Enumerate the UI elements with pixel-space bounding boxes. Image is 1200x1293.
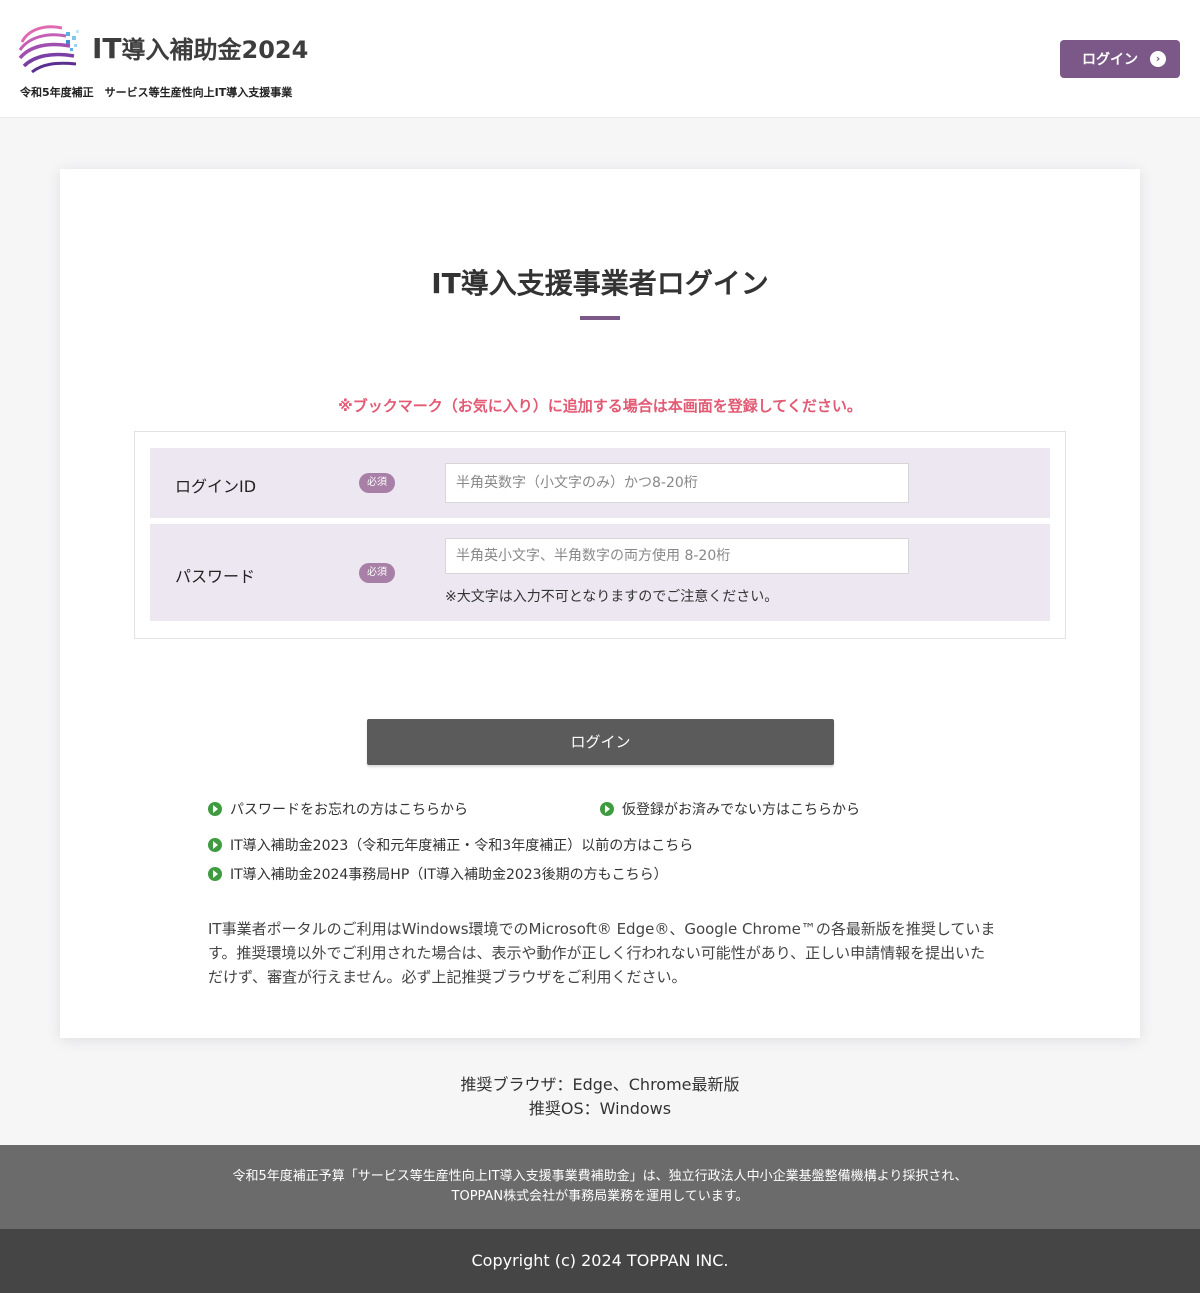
password-input[interactable] xyxy=(445,538,909,574)
logo-title: 導入補助金2024 xyxy=(121,36,309,64)
secretariat-hp-link[interactable]: IT導入補助金2024事務局HP（IT導入補助金2023後期の方もこちら） xyxy=(208,864,668,884)
footer-line-2: TOPPAN株式会社が事務局業務を運用しています。 xyxy=(451,1189,749,1204)
page-title: IT導入支援事業者ログイン xyxy=(431,267,769,300)
login-id-input[interactable] xyxy=(445,463,909,503)
recommended-browser: 推奨ブラウザ：Edge、Chrome最新版 xyxy=(460,1075,740,1094)
link-label: 仮登録がお済みでない方はこちらから xyxy=(622,802,860,818)
login-form: ログインID 必須 パスワード 必須 ※大文字は入力不可となりますのでご注意くだ… xyxy=(134,431,1066,639)
footer-line-1: 令和5年度補正予算「サービス等生産性向上IT導入支援事業費補助金」は、独立行政法… xyxy=(232,1169,968,1184)
site-header: IT導入補助金2024 令和5年度補正 サービス等生産性向上IT導入支援事業 ロ… xyxy=(0,0,1200,118)
title-underline xyxy=(580,316,620,320)
link-label: パスワードをお忘れの方はこちらから xyxy=(230,802,468,818)
bookmark-notice: ※ブックマーク（お気に入り）に追加する場合は本画面を登録してください。 xyxy=(338,397,862,415)
required-badge: 必須 xyxy=(359,473,395,493)
password-hint: ※大文字は入力不可となりますのでご注意ください。 xyxy=(445,589,779,605)
browser-recommendation-note: IT事業者ポータルのご利用はWindows環境でのMicrosoft® Edge… xyxy=(208,920,996,986)
site-logo[interactable]: IT導入補助金2024 xyxy=(18,16,308,76)
login-button[interactable]: ログイン xyxy=(367,719,834,765)
recommended-os: 推奨OS：Windows xyxy=(528,1099,672,1118)
password-row: パスワード 必須 ※大文字は入力不可となりますのでご注意ください。 xyxy=(150,524,1050,621)
chevron-right-icon: › xyxy=(1150,51,1166,67)
logo-text: IT導入補助金2024 xyxy=(92,30,308,65)
footer-copyright: Copyright (c) 2024 TOPPAN INC. xyxy=(0,1229,1200,1293)
login-card: IT導入支援事業者ログイン ※ブックマーク（お気に入り）に追加する場合は本画面を… xyxy=(60,169,1140,1038)
logo-swirl-icon xyxy=(18,25,79,74)
forgot-password-link[interactable]: パスワードをお忘れの方はこちらから xyxy=(208,799,468,819)
required-badge: 必須 xyxy=(359,563,395,583)
link-label: IT導入補助金2023（令和元年度補正・令和3年度補正）以前の方はこちら xyxy=(230,838,694,854)
arrow-circle-icon xyxy=(600,802,614,816)
login-id-label: ログインID xyxy=(175,477,257,496)
footer-info: 令和5年度補正予算「サービス等生産性向上IT導入支援事業費補助金」は、独立行政法… xyxy=(0,1145,1200,1229)
previous-subsidy-link[interactable]: IT導入補助金2023（令和元年度補正・令和3年度補正）以前の方はこちら xyxy=(208,835,693,855)
password-label: パスワード xyxy=(175,567,256,586)
login-id-row: ログインID 必須 xyxy=(150,448,1050,518)
logo-it: IT xyxy=(92,32,122,65)
arrow-circle-icon xyxy=(208,802,222,816)
header-subtitle: 令和5年度補正 サービス等生産性向上IT導入支援事業 xyxy=(20,86,293,99)
pre-registration-link[interactable]: 仮登録がお済みでない方はこちらから xyxy=(600,799,860,819)
environment-info: 推奨ブラウザ：Edge、Chrome最新版 推奨OS：Windows xyxy=(0,1073,1200,1121)
link-label: IT導入補助金2024事務局HP（IT導入補助金2023後期の方もこちら） xyxy=(230,867,668,883)
arrow-circle-icon xyxy=(208,838,222,852)
header-login-button[interactable]: ログイン › xyxy=(1060,40,1180,78)
header-login-label: ログイン xyxy=(1082,52,1138,68)
arrow-circle-icon xyxy=(208,867,222,881)
